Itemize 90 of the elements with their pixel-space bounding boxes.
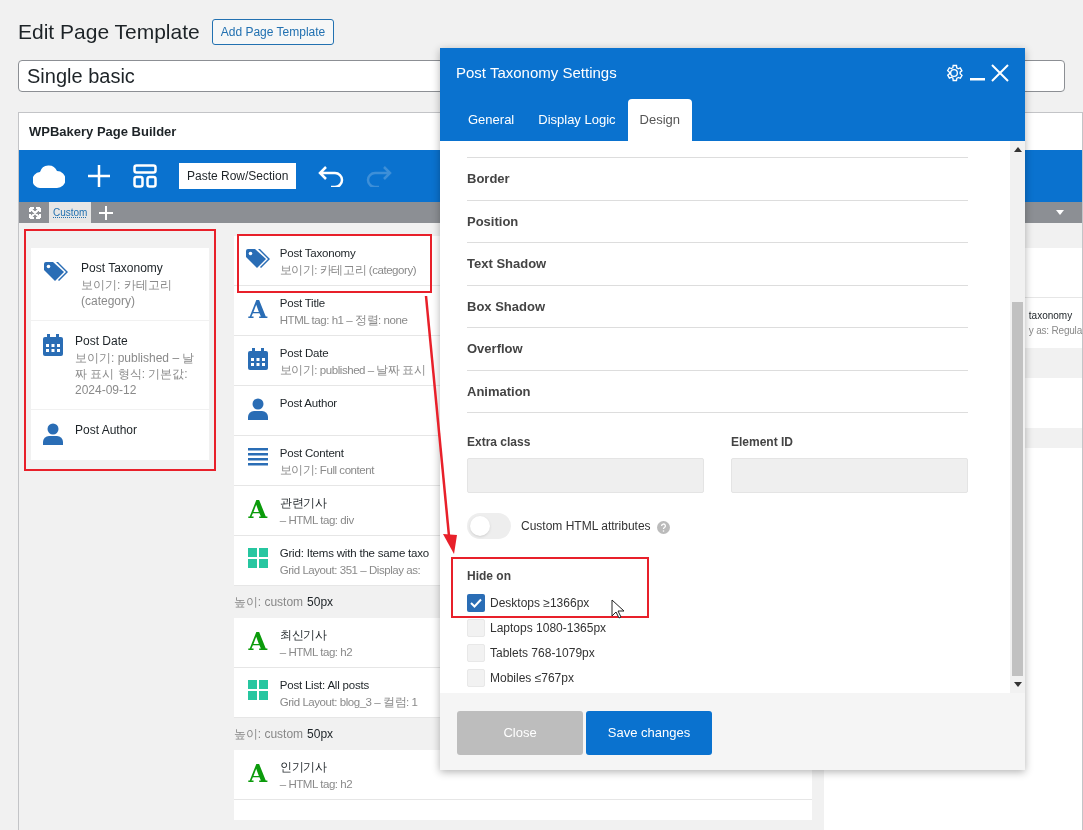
section-header[interactable]: Text Shadow <box>467 243 968 286</box>
dialog-title: Post Taxonomy Settings <box>456 62 617 83</box>
element-title: 최신기사 <box>279 628 328 643</box>
section-header[interactable]: Box Shadow <box>467 285 968 328</box>
section-label: Hide on <box>467 568 512 585</box>
calendar-icon <box>247 348 268 370</box>
element-title: Post Date <box>75 333 129 350</box>
dialog-tab[interactable]: General <box>456 99 527 141</box>
scroll-down-icon[interactable] <box>1013 682 1022 687</box>
page-title: Edit Page Template <box>18 19 200 45</box>
element-title: 인기기사 <box>279 760 328 775</box>
spacer-height: 50px <box>307 594 334 611</box>
section-header[interactable]: Overflow <box>467 328 968 371</box>
checkbox-label: Laptops 1080-1365px <box>490 620 607 637</box>
field-label: Element ID <box>731 434 794 451</box>
field-label: Extra class <box>467 434 532 451</box>
element-title: Post Date <box>279 346 330 361</box>
close-icon[interactable] <box>991 64 1009 82</box>
element-description: 보이기: Full content <box>279 463 374 479</box>
user-icon <box>247 398 268 420</box>
element-description: HTML tag: h1 – 정렬: none <box>279 313 408 329</box>
element-description: – HTML tag: h2 <box>279 645 353 661</box>
section-header[interactable]: Border <box>467 158 968 201</box>
element-description: – HTML tag: h2 <box>279 777 353 793</box>
dialog-tab[interactable]: Display Logic <box>526 99 628 141</box>
element-title: Grid: Items with the same taxo <box>279 546 430 561</box>
toggle-label: Custom HTML attributes <box>521 518 651 535</box>
fullscreen-icon[interactable] <box>29 206 41 219</box>
dialog-tab[interactable]: Design <box>627 99 693 141</box>
checkbox[interactable] <box>467 619 485 637</box>
element-description: y as: Regula <box>1028 324 1082 338</box>
element-title: taxonomy <box>1028 309 1073 323</box>
add-icon[interactable] <box>99 205 114 220</box>
grid-icon <box>247 548 268 568</box>
element-description: Grid Layout: blog_3 – 컬럼: 1 <box>279 695 418 711</box>
letter-icon: A <box>246 762 269 786</box>
input-field[interactable] <box>467 458 704 493</box>
spacer-label: 높이: custom <box>233 726 304 743</box>
spacer-height: 50px <box>307 726 334 743</box>
undo-icon[interactable] <box>318 165 345 187</box>
element-card[interactable]: Post Date 보이기: published – 날짜 표시 형식: 기본값: 2024-09-12 <box>31 321 209 409</box>
save-button[interactable]: Save changes <box>586 711 712 755</box>
calendar-icon <box>43 334 63 356</box>
help-icon[interactable] <box>656 521 670 534</box>
input-field[interactable] <box>731 458 968 493</box>
element-title: Post Author <box>75 422 138 439</box>
cloud-icon[interactable] <box>33 164 65 188</box>
tag-icon <box>43 261 69 283</box>
element-card[interactable]: Post Author <box>31 410 209 460</box>
scroll-up-icon[interactable] <box>1013 147 1022 152</box>
section-header[interactable]: Position <box>467 200 968 243</box>
layout-tab[interactable]: Custom <box>49 202 92 223</box>
element-title: Post Content <box>279 446 345 461</box>
checkbox-label: Desktops ≥1366px <box>490 595 590 612</box>
letter-icon: A <box>246 498 269 522</box>
element-title: Post Title <box>279 296 327 311</box>
element-description: – HTML tag: div <box>279 513 354 529</box>
element-title: Post Taxonomy <box>279 246 357 261</box>
tag-icon <box>244 248 271 270</box>
element-title: Post Author <box>279 396 337 411</box>
add-icon[interactable] <box>87 164 111 188</box>
element-title: Post Taxonomy <box>81 260 164 277</box>
letter-icon: A <box>246 630 269 654</box>
user-icon <box>43 423 63 445</box>
element-description: 보이기: 카테고리 (category) <box>81 277 173 309</box>
element-description: 보이기: 카테고리 (category) <box>279 263 417 279</box>
grid-icon <box>247 680 268 700</box>
checkbox-label: Mobiles ≤767px <box>490 670 574 687</box>
paste-row-button[interactable]: Paste Row/Section <box>179 163 297 189</box>
caret-icon[interactable] <box>1056 210 1064 215</box>
element-card[interactable]: Post Taxonomy 보이기: 카테고리 (category) <box>31 248 209 320</box>
layout-icon[interactable] <box>133 164 157 188</box>
cursor-icon <box>611 599 625 619</box>
builder-title: WPBakery Page Builder <box>29 122 177 141</box>
add-template-button[interactable]: Add Page Template <box>211 18 335 45</box>
section-header[interactable]: Animation <box>467 370 968 413</box>
minimize-icon[interactable] <box>970 77 985 81</box>
text-lines-icon <box>247 448 268 466</box>
scrollbar[interactable] <box>1010 141 1025 693</box>
element-title: Post List: All posts <box>279 678 371 693</box>
checkbox[interactable] <box>467 594 485 612</box>
element-description: 보이기: published – 날짜 표시 <box>279 363 426 379</box>
element-description: 보이기: published – 날짜 표시 형식: 기본값: 2024-09-12 <box>75 350 196 398</box>
spacer-label: 높이: custom <box>233 594 304 611</box>
letter-icon: A <box>246 298 269 322</box>
checkbox-label: Tablets 768-1079px <box>490 645 595 662</box>
settings-icon[interactable] <box>944 63 964 83</box>
toggle-switch[interactable] <box>467 513 511 539</box>
element-title: 관련기사 <box>279 496 328 511</box>
element-description: Grid Layout: 351 – Display as: <box>279 563 422 579</box>
